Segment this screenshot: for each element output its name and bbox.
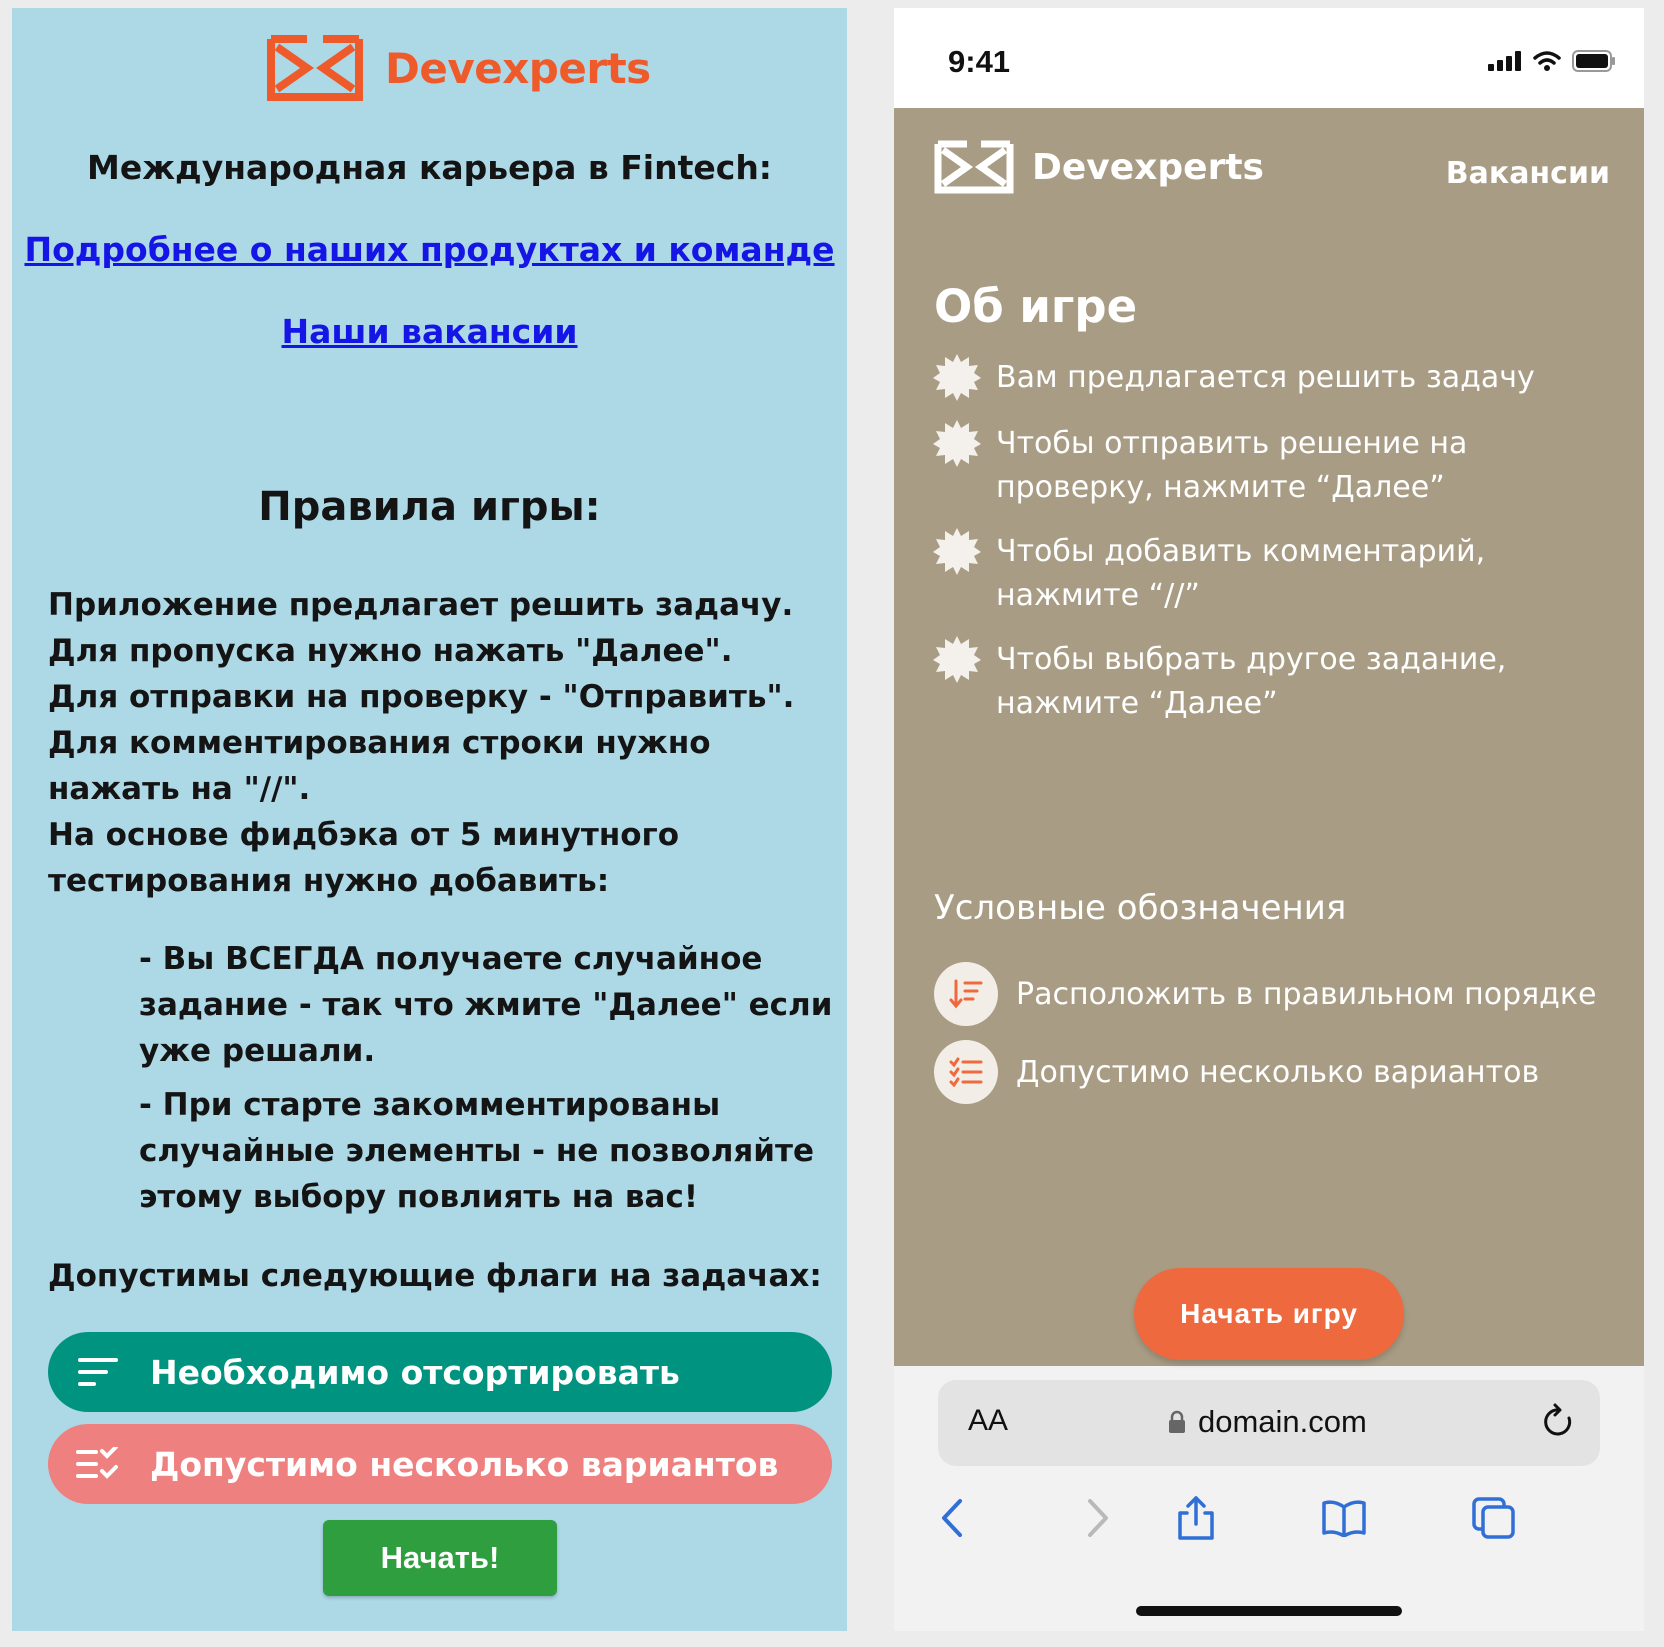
home-indicator[interactable] xyxy=(1136,1606,1402,1616)
start-button[interactable]: Начать! xyxy=(323,1520,557,1596)
legend-multi-label: Допустимо несколько вариантов xyxy=(1016,1054,1540,1090)
legend-order: Расположить в правильном порядке xyxy=(934,962,1597,1026)
rules-notes: - Вы ВСЕГДА получаете случайное задание … xyxy=(139,936,839,1220)
back-icon[interactable] xyxy=(924,1490,980,1546)
vacancies-link[interactable]: Наши вакансии xyxy=(12,312,847,351)
devexperts-logo-icon xyxy=(267,35,363,101)
rules-line: Для отправки на проверку - "Отправить". xyxy=(48,679,795,715)
about-item: Чтобы выбрать другое задание, нажмите “Д… xyxy=(932,636,1632,726)
about-list: Вам предлагается решить задачу Чтобы отп… xyxy=(932,354,1632,746)
sort-lines-icon xyxy=(68,1355,128,1389)
status-bar: 9:41 xyxy=(894,8,1644,108)
battery-icon xyxy=(1572,50,1615,72)
lock-icon xyxy=(1169,1410,1185,1433)
rules-heading: Правила игры: xyxy=(258,484,601,530)
url-display[interactable]: domain.com xyxy=(1168,1404,1367,1440)
flag-sort-label: Необходимо отсортировать xyxy=(150,1352,680,1392)
signal-icon xyxy=(1488,51,1521,71)
flag-multi-badge: Допустимо несколько вариантов xyxy=(48,1424,832,1504)
vacancies-nav-link[interactable]: Вакансии xyxy=(1446,156,1610,191)
starburst-icon xyxy=(933,636,981,683)
left-logo: Devexperts xyxy=(267,28,651,108)
about-item-text: Чтобы выбрать другое задание, нажмите “Д… xyxy=(996,642,1507,721)
reader-text-size-button[interactable]: AA xyxy=(968,1404,1008,1438)
rules-line: Приложение предлагает решить задачу. xyxy=(48,587,794,623)
rules-line: Для комментирования строки нужно xyxy=(48,725,711,761)
forward-icon[interactable] xyxy=(1070,1490,1126,1546)
phone-panel: 9:41 Devexperts Вакансии Об игре Вам пре… xyxy=(894,8,1644,1631)
about-item-text: Чтобы добавить комментарий, нажмите “//” xyxy=(996,534,1486,613)
start-game-button[interactable]: Начать игру xyxy=(1134,1268,1404,1360)
starburst-icon xyxy=(933,354,981,401)
starburst-icon xyxy=(933,528,981,575)
game-info-screen: Devexperts Вакансии Об игре Вам предлага… xyxy=(894,108,1644,1366)
rules-text: Приложение предлагает решить задачу. Для… xyxy=(48,582,838,904)
left-panel: Devexperts Международная карьера в Finte… xyxy=(12,8,847,1631)
bookmarks-icon[interactable] xyxy=(1316,1490,1372,1546)
wifi-icon xyxy=(1533,51,1561,71)
tabs-icon[interactable] xyxy=(1466,1490,1522,1546)
rules-line: Для пропуска нужно нажать "Далее". xyxy=(48,633,733,669)
rules-line: На основе фидбэка от 5 минутного xyxy=(48,817,680,853)
note-item: - При старте закомментированы случайные … xyxy=(139,1087,815,1215)
status-icons xyxy=(1488,50,1616,72)
address-bar[interactable]: AA domain.com xyxy=(938,1380,1600,1466)
right-brand-name: Devexperts xyxy=(1032,146,1264,188)
devexperts-logo-icon xyxy=(934,140,1014,194)
about-item-text: Чтобы отправить решение на проверку, наж… xyxy=(996,426,1468,505)
url-text: domain.com xyxy=(1198,1404,1367,1439)
share-icon[interactable] xyxy=(1168,1490,1224,1546)
checklist-icon xyxy=(68,1447,128,1481)
starburst-icon xyxy=(933,420,981,467)
legend-multi: Допустимо несколько вариантов xyxy=(934,1040,1539,1104)
legend-order-label: Расположить в правильном порядке xyxy=(1016,976,1597,1012)
flag-multi-label: Допустимо несколько вариантов xyxy=(150,1444,779,1484)
products-link[interactable]: Подробнее о наших продуктах и команде xyxy=(12,230,847,269)
status-time: 9:41 xyxy=(948,44,1011,79)
about-title: Об игре xyxy=(934,280,1138,333)
note-item: - Вы ВСЕГДА получаете случайное задание … xyxy=(139,941,833,1069)
reload-icon[interactable] xyxy=(1542,1402,1576,1444)
legend-title: Условные обозначения xyxy=(934,888,1347,928)
rules-line: нажать на "//". xyxy=(48,771,311,807)
flags-heading: Допустимы следующие флаги на задачах: xyxy=(48,1258,822,1294)
about-item: Чтобы отправить решение на проверку, наж… xyxy=(932,420,1632,510)
rules-line: тестирования нужно добавить: xyxy=(48,863,610,899)
sort-down-icon xyxy=(934,962,998,1026)
browser-toolbar xyxy=(894,1490,1644,1550)
about-item-text: Вам предлагается решить задачу xyxy=(996,360,1535,395)
about-item: Чтобы добавить комментарий, нажмите “//” xyxy=(932,528,1632,618)
about-item: Вам предлагается решить задачу xyxy=(932,354,1632,402)
right-logo[interactable]: Devexperts xyxy=(934,140,1264,194)
career-heading: Международная карьера в Fintech: xyxy=(86,148,773,187)
left-brand-name: Devexperts xyxy=(385,43,651,93)
list-check-icon xyxy=(934,1040,998,1104)
flag-sort-badge: Необходимо отсортировать xyxy=(48,1332,832,1412)
